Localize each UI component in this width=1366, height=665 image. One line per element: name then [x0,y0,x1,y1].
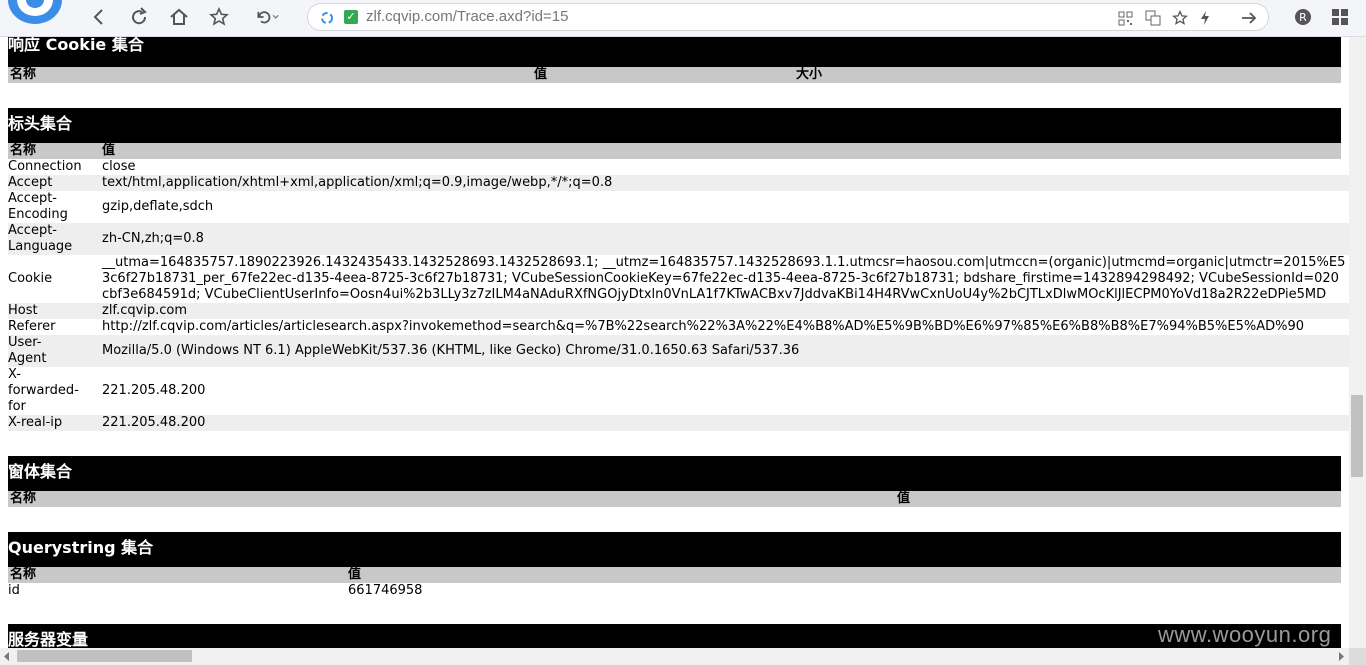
header-name: Cookie [8,271,53,286]
header-name: Host [8,303,38,318]
column-header-size: 大小 [796,67,823,82]
header-name: User- Agent [8,335,47,366]
column-header-name: 名称 [10,567,37,582]
table-row: Referer http://zlf.cqvip.com/articles/ar… [8,319,1349,335]
header-value: Mozilla/5.0 (Windows NT 6.1) AppleWebKit… [102,343,800,358]
section-title: 响应 Cookie 集合 [8,37,144,54]
lightning-icon[interactable] [1196,9,1214,27]
header-value: text/html,application/xhtml+xml,applicat… [102,175,613,190]
column-header-value: 值 [534,67,548,82]
header-value: close [102,159,136,174]
table-row: User- Agent Mozilla/5.0 (Windows NT 6.1)… [8,335,1349,367]
section-title: 服务器变量 [8,630,89,648]
section-header-server-variables: 服务器变量 [8,624,1341,648]
star-icon[interactable] [206,5,232,29]
column-header-name: 名称 [10,491,37,506]
cookie-value-line: cbf3e684591d; VCubeClientUserInfo=Oosn4u… [102,287,1327,302]
vertical-scrollbar[interactable] [1349,37,1366,648]
extension-icon[interactable]: R [1290,5,1316,29]
translate-icon[interactable] [1144,9,1162,27]
favorite-star-icon[interactable] [1171,9,1189,27]
page-info-icon[interactable] [318,9,336,27]
watermark-text: www.wooyun.org [1158,622,1332,647]
column-header-row: 名称 值 大小 [8,67,1341,83]
back-arrow-icon[interactable] [86,5,112,29]
header-value: 221.205.48.200 [102,383,206,398]
header-value: http://zlf.cqvip.com/articles/articlesea… [102,319,1305,334]
apps-grid-icon[interactable] [1327,5,1353,29]
section-header-headers: 标头集合 [8,108,1341,143]
header-value: 221.205.48.200 [102,415,206,430]
section-header-form: 窗体集合 [8,456,1341,491]
query-name: id [8,583,20,598]
table-row: Accept- Language zh-CN,zh;q=0.8 [8,223,1349,255]
table-row: Host zlf.cqvip.com [8,303,1349,319]
cookie-value-line: 3c6f27b18731_per_67fe22ec-d135-4eea-8725… [102,271,1339,286]
section-header-querystring: Querystring 集合 [8,532,1341,567]
column-header-row: 名称 值 [8,567,1341,583]
header-name: Connection [8,159,82,174]
header-value: zh-CN,zh;q=0.8 [102,231,204,246]
header-name: Accept [8,175,53,190]
header-name: Accept- Language [8,223,73,254]
undo-icon[interactable] [254,5,280,29]
horizontal-scroll-thumb[interactable] [17,650,192,662]
section-title: 窗体集合 [8,462,73,481]
query-value: 661746958 [348,583,423,598]
table-row: Connection close [8,159,1349,175]
table-row: Accept text/html,application/xhtml+xml,a… [8,175,1349,191]
browser-toolbar: ✓ zlf.cqvip.com/Trace.axd?id=15 R [0,0,1366,37]
header-name: Referer [8,319,56,334]
refresh-icon[interactable] [126,5,152,29]
scroll-right-icon[interactable] [1337,652,1345,661]
qr-code-icon[interactable] [1116,9,1134,27]
column-header-value: 值 [348,567,362,582]
section-title: 标头集合 [8,114,73,133]
column-header-name: 名称 [10,67,37,82]
svg-text:R: R [1299,11,1307,24]
browser-logo-icon [8,0,62,24]
vertical-scroll-thumb[interactable] [1351,395,1363,477]
table-row: X- forwarded- for 221.205.48.200 [8,367,1349,415]
scrollbar-corner [1349,648,1366,665]
forward-arrow-icon[interactable] [1240,9,1258,27]
page-viewport: 响应 Cookie 集合 名称 值 大小 标头集合 名称 值 Connectio… [0,37,1349,648]
table-row: Cookie __utma=164835757.1890223926.14324… [8,255,1349,303]
header-name: Accept- Encoding [8,191,68,222]
horizontal-scrollbar[interactable] [0,648,1349,665]
header-value: gzip,deflate,sdch [102,199,214,214]
table-row: id 661746958 [8,583,1341,599]
secure-check-icon: ✓ [344,10,358,24]
table-row: X-real-ip 221.205.48.200 [8,415,1349,431]
cookie-value-line: __utma=164835757.1890223926.1432435433.1… [102,255,1346,270]
url-text[interactable]: zlf.cqvip.com/Trace.axd?id=15 [366,8,568,25]
column-header-name: 名称 [10,143,37,158]
table-row: Accept- Encoding gzip,deflate,sdch [8,191,1349,223]
column-header-row: 名称 值 [8,143,1341,159]
column-header-value: 值 [102,143,116,158]
header-value: zlf.cqvip.com [102,303,188,318]
section-title: Querystring 集合 [8,538,154,557]
header-name: X- forwarded- for [8,367,79,414]
address-bar[interactable]: ✓ zlf.cqvip.com/Trace.axd?id=15 [307,3,1269,31]
home-icon[interactable] [166,5,192,29]
scroll-left-icon[interactable] [3,652,11,661]
column-header-value: 值 [897,491,911,506]
section-header-response-cookies: 响应 Cookie 集合 [8,37,1341,67]
header-name: X-real-ip [8,415,63,430]
column-header-row: 名称 值 [8,491,1341,507]
